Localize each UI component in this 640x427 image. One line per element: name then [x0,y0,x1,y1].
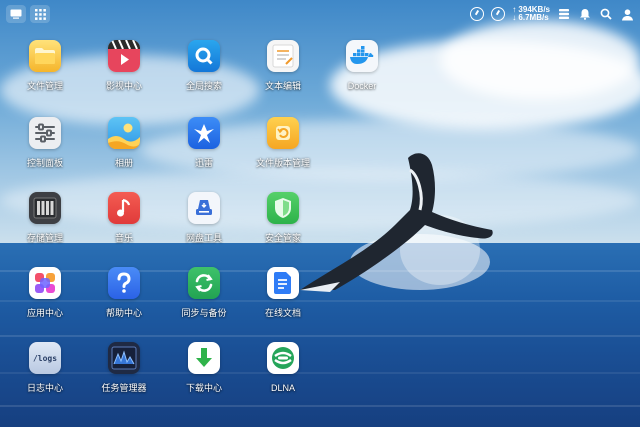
app-label: 安全管家 [264,233,301,243]
cpu-gauge-icon[interactable] [470,7,485,21]
app-music[interactable]: 音乐 [84,192,164,244]
app-grid-icon [34,8,46,20]
logs-icon: /logs [29,342,61,374]
app-label: 文本编辑 [264,81,301,91]
app-app-center[interactable]: 应用中心 [5,267,85,319]
bell-icon [580,9,590,20]
search-icon [188,40,220,72]
task-manager-icon [108,342,140,374]
notifications-button[interactable] [578,7,592,21]
app-center-icon [29,267,61,299]
app-cloud-drive[interactable]: 网盘工具 [164,192,244,244]
video-icon [108,40,140,72]
logs-tile-text: /logs [32,353,58,363]
help-icon [108,267,140,299]
notepad-icon [267,40,299,72]
thunder-icon [188,117,220,149]
app-file-version[interactable]: 文件版本管理 [243,117,323,169]
app-label: 相册 [114,158,133,168]
app-sync-backup[interactable]: 同步与备份 [164,267,244,319]
app-help-center[interactable]: 帮助中心 [84,267,164,319]
app-label: DLNA [270,383,295,393]
top-bar: ↑ 394KB/s ↓ 6.7MB/s [0,0,640,28]
sync-icon [188,267,220,299]
app-label: 应用中心 [26,308,63,318]
app-photos[interactable]: 相册 [84,117,164,169]
user-icon [621,8,633,20]
app-label: 全局搜索 [185,81,222,91]
app-download-center[interactable]: 下载中心 [164,342,244,394]
app-log-center[interactable]: /logs 日志中心 [5,342,85,394]
docker-icon [346,40,378,72]
shield-icon [267,192,299,224]
network-speed[interactable]: ↑ 394KB/s ↓ 6.7MB/s [512,6,550,22]
app-storage-manager[interactable]: 存储管理 [5,192,85,244]
app-thunder[interactable]: 迅雷 [164,117,244,169]
task-manager-button[interactable] [557,7,571,21]
app-label: 存储管理 [26,233,63,243]
dlna-icon [267,342,299,374]
app-label: Docker [347,81,377,91]
search-button[interactable] [599,7,613,21]
search-icon [600,8,612,20]
app-label: 影视中心 [105,81,142,91]
app-file-manager[interactable]: 文件管理 [5,40,85,92]
app-label: 任务管理器 [101,383,147,393]
app-launcher-button[interactable] [30,5,50,23]
app-task-manager[interactable]: 任务管理器 [84,342,164,394]
download-icon [188,342,220,374]
app-label: 文件版本管理 [255,158,310,168]
show-desktop-button[interactable] [6,5,26,23]
app-online-docs[interactable]: 在线文档 [243,267,323,319]
app-global-search[interactable]: 全局搜索 [164,40,244,92]
download-speed: ↓ 6.7MB/s [512,13,549,22]
app-label: 迅雷 [194,158,213,168]
document-icon [267,267,299,299]
task-manager-icon [559,9,569,19]
app-label: 在线文档 [264,308,301,318]
app-label: 日志中心 [26,383,63,393]
app-video-center[interactable]: 影视中心 [84,40,164,92]
file-version-icon [267,117,299,149]
show-desktop-icon [10,9,22,19]
cloud-drive-icon [188,192,220,224]
app-label: 同步与备份 [181,308,227,318]
app-label: 下载中心 [185,383,222,393]
app-security[interactable]: 安全管家 [243,192,323,244]
storage-icon [29,192,61,224]
ram-gauge-icon[interactable] [491,7,506,21]
app-text-editor[interactable]: 文本编辑 [243,40,323,92]
control-panel-icon [29,117,61,149]
app-label: 网盘工具 [185,233,222,243]
app-control-panel[interactable]: 控制面板 [5,117,85,169]
user-button[interactable] [620,7,634,21]
app-label: 音乐 [114,233,133,243]
photos-icon [108,117,140,149]
app-label: 控制面板 [26,158,63,168]
music-icon [108,192,140,224]
folder-icon [29,40,61,72]
app-label: 帮助中心 [105,308,142,318]
app-dlna[interactable]: DLNA [243,342,323,394]
app-label: 文件管理 [26,81,63,91]
app-docker[interactable]: Docker [322,40,402,92]
